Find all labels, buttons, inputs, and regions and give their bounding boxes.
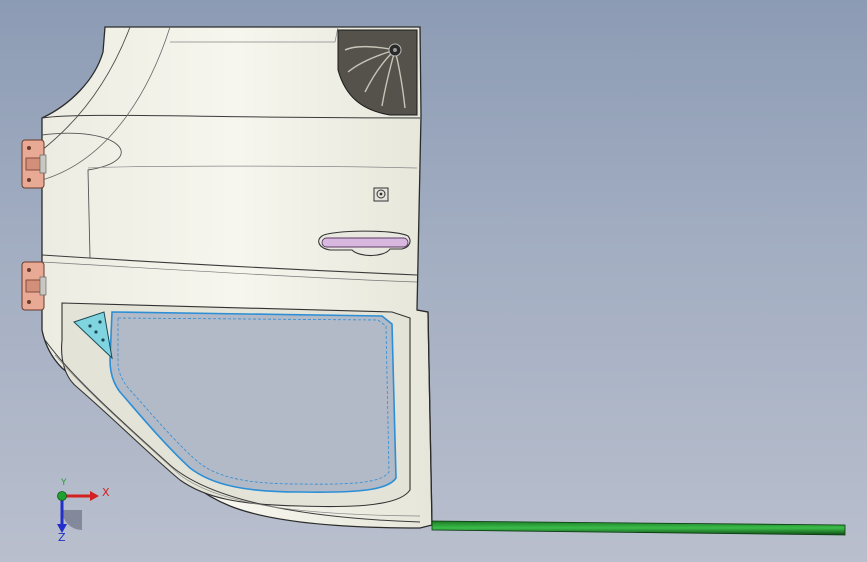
lower-hinge[interactable]	[21, 261, 47, 311]
orientation-triad[interactable]: X Y Z	[52, 478, 112, 544]
lock-cylinder-icon[interactable]	[373, 187, 389, 202]
z-axis-label: Z	[58, 531, 66, 544]
door-model[interactable]	[0, 0, 867, 562]
y-axis-dot	[57, 491, 67, 501]
cad-viewport[interactable]: X Y Z	[0, 0, 867, 562]
x-axis-arrowhead	[90, 491, 99, 501]
weather-seal-strip[interactable]	[431, 520, 846, 536]
window-opening	[109, 311, 397, 493]
y-axis-label: Y	[61, 478, 67, 488]
upper-hinge[interactable]	[21, 139, 47, 189]
x-axis-label: X	[102, 486, 110, 499]
